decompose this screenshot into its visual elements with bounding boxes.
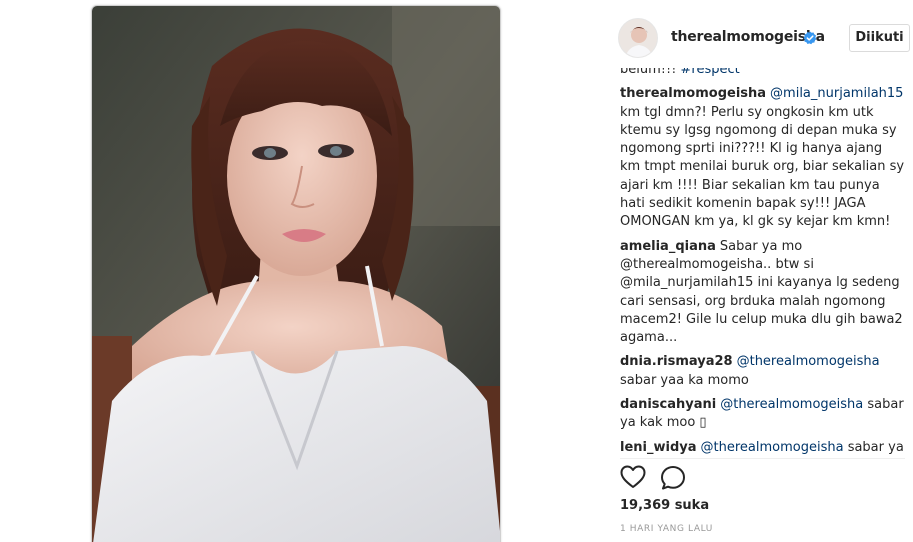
heart-icon[interactable] — [620, 465, 646, 489]
comment-item: belum!!! #respect — [620, 68, 906, 79]
comment-text: sabar yaa ka momo — [620, 372, 749, 388]
post-timestamp[interactable]: 1 HARI YANG LALU — [620, 524, 713, 534]
verified-badge-icon — [803, 31, 817, 45]
avatar-image — [619, 19, 657, 57]
hashtag-link[interactable]: #respect — [681, 68, 740, 77]
comment-item: dnia.rismaya28 @therealmomogeisha sabar y… — [620, 353, 906, 390]
likes-count[interactable]: 19,369 suka — [620, 498, 709, 513]
post-header: therealmomogeisha Diikuti — [606, 18, 913, 58]
mention-link[interactable]: @therealmomogeisha — [737, 354, 880, 369]
comment-text: Sabar ya mo @therealmomogeisha.. btw si … — [620, 238, 903, 346]
comment-item: therealmomogeisha @mila_nurjamilah15 km t… — [620, 85, 906, 231]
comment-username[interactable]: dnia.rismaya28 — [620, 354, 733, 369]
divider — [620, 458, 905, 459]
comment-username[interactable]: therealmomogeisha — [620, 86, 766, 101]
comment-item: daniscahyani @therealmomogeisha sabar ya … — [620, 396, 906, 433]
comment-text: belum!!! — [620, 68, 681, 77]
comment-username[interactable]: leni_widya — [620, 440, 697, 455]
post-photo-illustration — [92, 6, 500, 542]
comment-icon[interactable] — [660, 465, 686, 491]
comment-username[interactable]: daniscahyani — [620, 397, 716, 412]
mention-link[interactable]: @therealmomogeisha — [701, 440, 844, 455]
comment-item: leni_widya @therealmomogeisha sabar ya — [620, 439, 906, 457]
post-details-panel: therealmomogeisha Diikuti belum!!! #resp… — [606, 0, 913, 542]
username-link[interactable]: therealmomogeisha — [671, 29, 825, 45]
post-photo[interactable] — [91, 5, 501, 542]
comment-text: sabar ya — [843, 439, 904, 455]
comment-username[interactable]: amelia_qiana — [620, 239, 716, 254]
comment-item: amelia_qiana Sabar ya mo @therealmomogeis… — [620, 238, 906, 348]
mention-link[interactable]: @mila_nurjamilah15 — [770, 86, 903, 101]
mention-link[interactable]: @therealmomogeisha — [720, 397, 863, 412]
comments-list[interactable]: belum!!! #respect therealmomogeisha @mila… — [620, 68, 906, 458]
avatar[interactable] — [618, 18, 658, 58]
following-button[interactable]: Diikuti — [849, 24, 910, 52]
comment-text: km tgl dmn?! Perlu sy ongkosin km utk kt… — [620, 104, 905, 230]
